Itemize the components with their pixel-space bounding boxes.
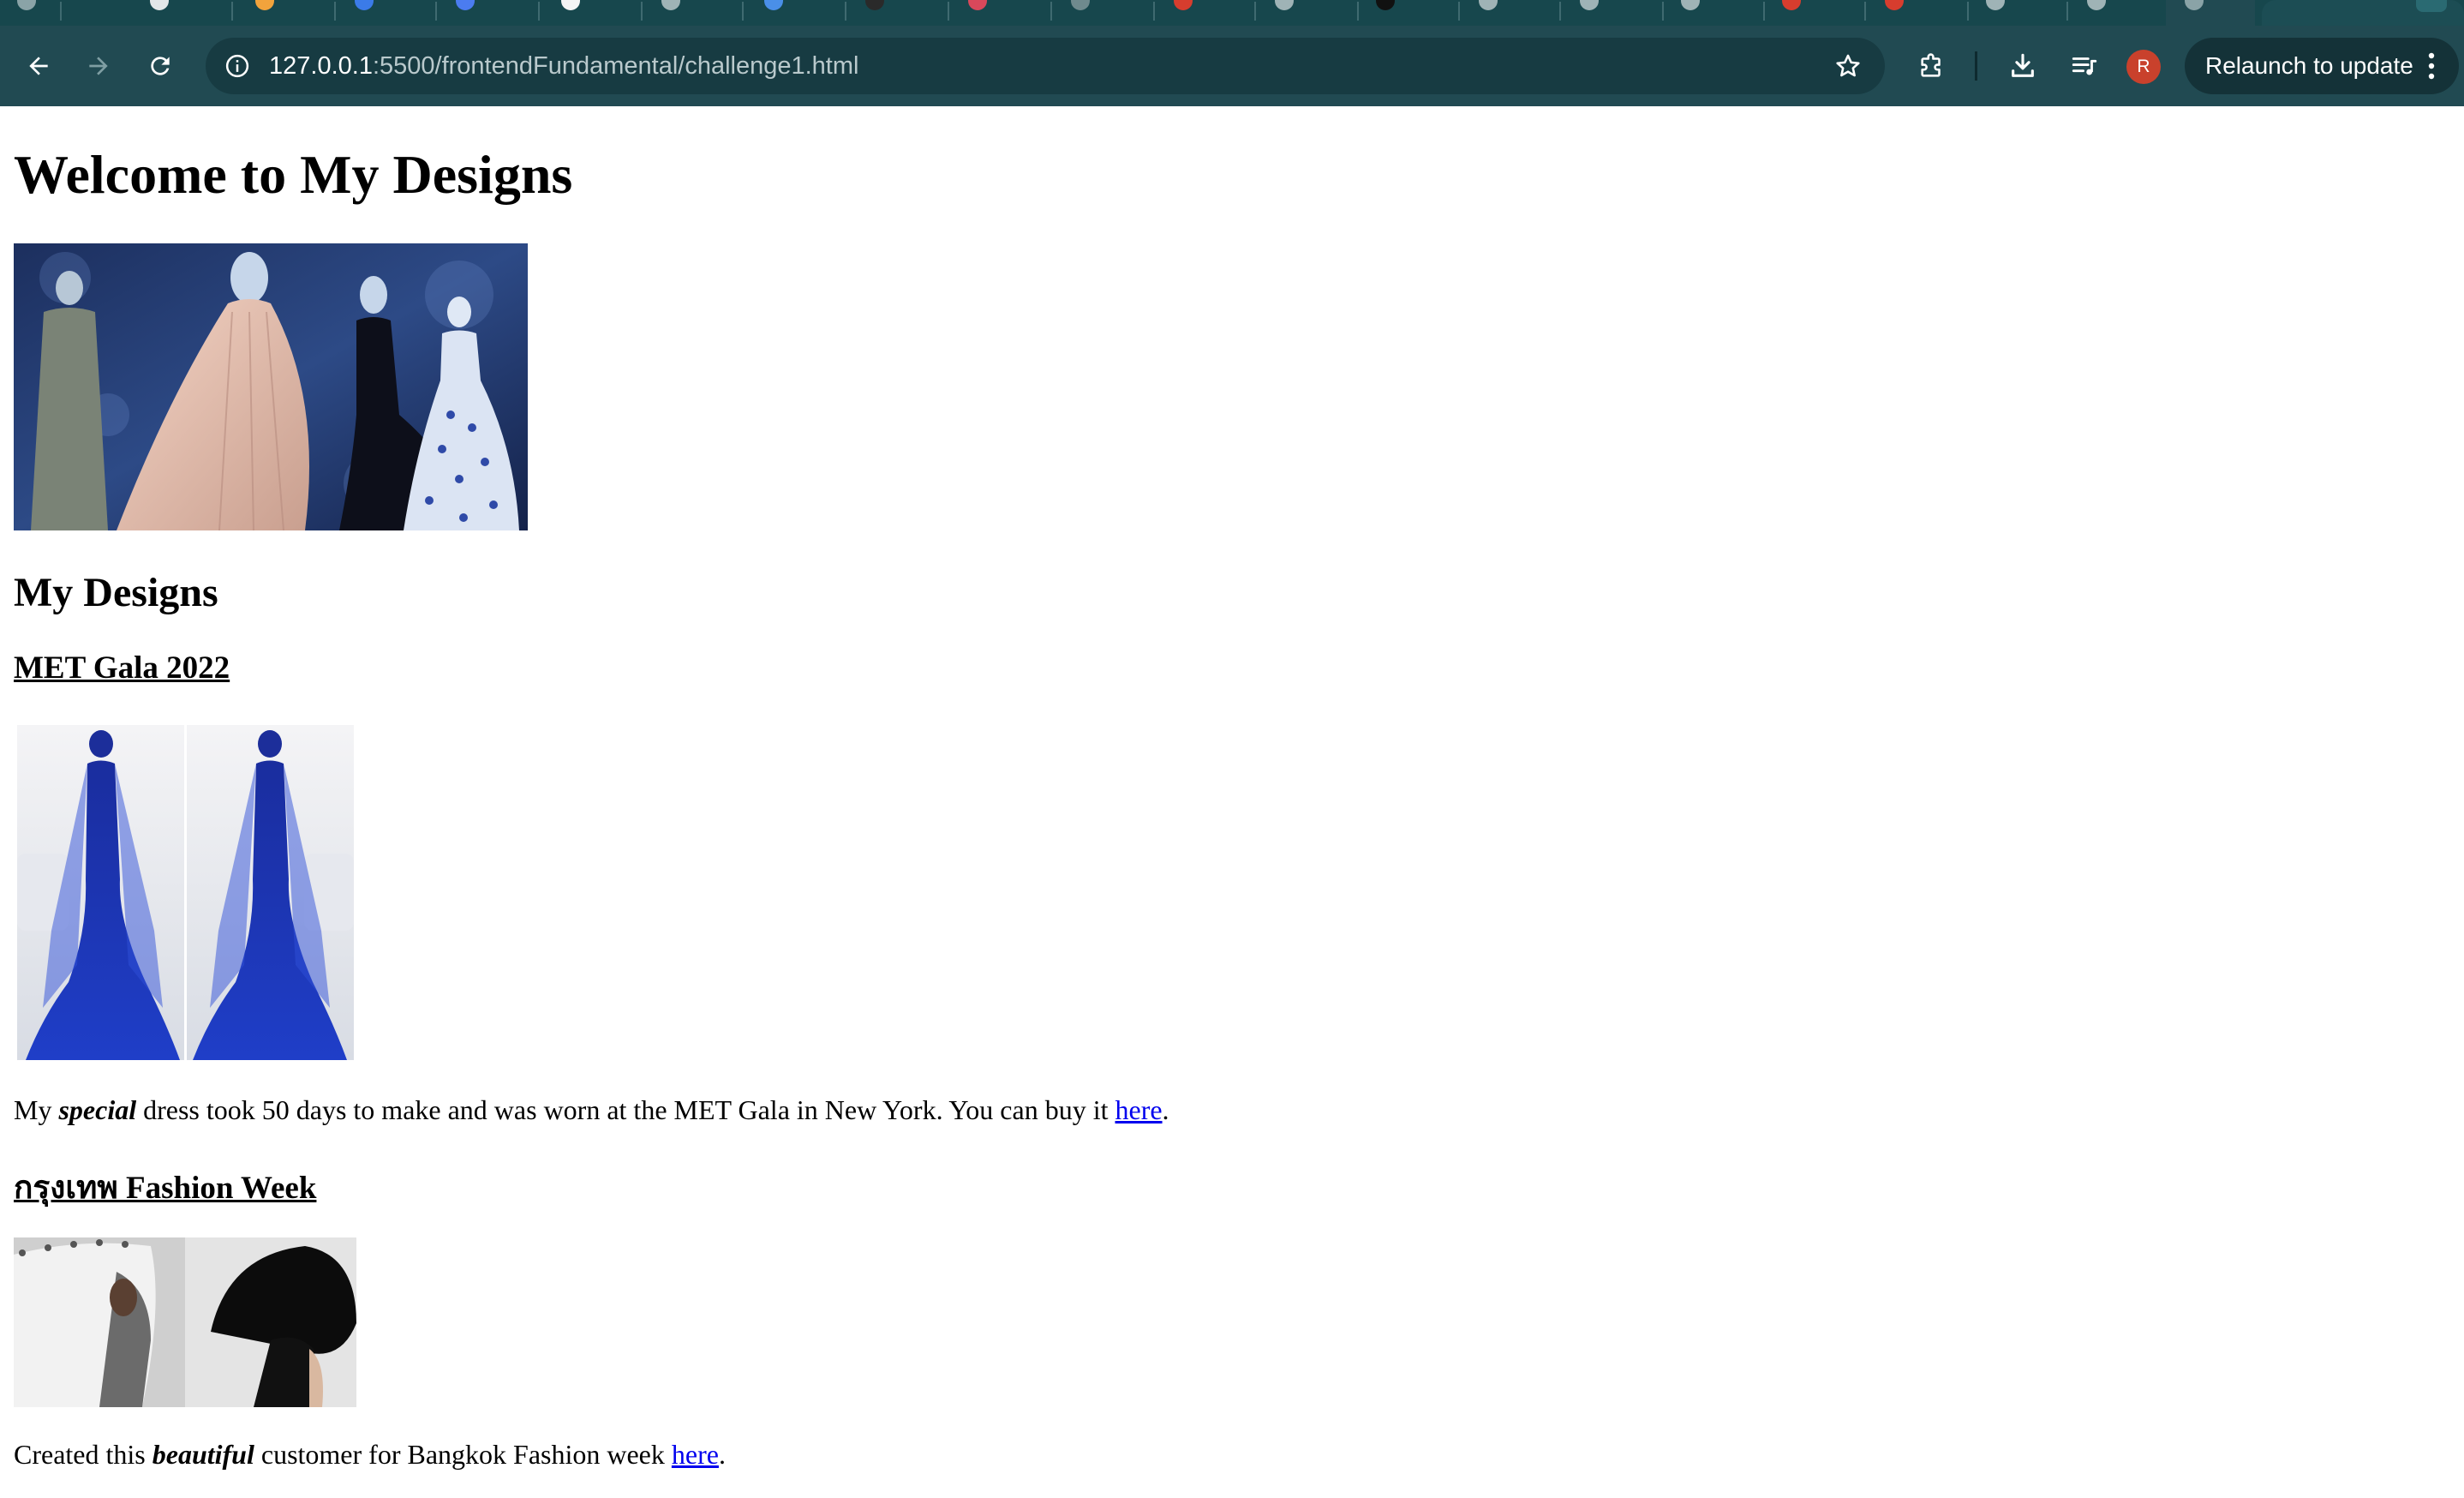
tab-favicon [255, 0, 274, 10]
section-title: My Designs [14, 570, 218, 615]
bangkok-fashion-image [14, 1237, 356, 1407]
tab-favicon [17, 0, 36, 10]
tab-favicon [1479, 0, 1498, 10]
tab-divider [1763, 2, 1765, 21]
buy-here-link[interactable]: here [1115, 1094, 1162, 1125]
hero-image [14, 243, 528, 530]
text: Created this [14, 1439, 153, 1470]
tab-favicon [1986, 0, 2005, 10]
tab-favicon [865, 0, 884, 10]
reload-icon [151, 57, 170, 75]
extensions-button[interactable] [1911, 45, 1953, 87]
toolbar-divider [1975, 51, 1977, 81]
back-button[interactable] [17, 45, 60, 87]
url-text[interactable]: 127.0.0.1:5500/frontendFundamental/chall… [269, 38, 858, 94]
tab-divider [1050, 2, 1052, 21]
forward-button[interactable] [77, 45, 120, 87]
emphasis-beautiful: beautiful [152, 1439, 254, 1470]
tab-favicon [1376, 0, 1395, 10]
tab-favicon [968, 0, 987, 10]
tab-favicon [456, 0, 475, 10]
text: My [14, 1094, 59, 1125]
met-gala-description: My special dress took 50 days to make an… [14, 1094, 1169, 1126]
arrow-right-icon [89, 57, 108, 75]
tab-favicon [1071, 0, 1090, 10]
page-title: Welcome to My Designs [14, 144, 573, 205]
address-bar[interactable]: 127.0.0.1:5500/frontendFundamental/chall… [206, 38, 1885, 94]
tab-divider [435, 2, 437, 21]
design-title-met-gala: MET Gala 2022 [14, 650, 230, 686]
info-icon [225, 54, 249, 78]
profile-avatar[interactable]: R [2126, 50, 2161, 84]
bangkok-here-link[interactable]: here [672, 1439, 719, 1470]
active-tab[interactable] [2166, 0, 2255, 26]
tab-favicon [561, 0, 580, 10]
puzzle-icon [1921, 53, 1941, 77]
tab-divider [948, 2, 949, 21]
page-content: Welcome to My Designs My Designs MET Gal… [0, 106, 2464, 1498]
playlist-icon [2072, 57, 2097, 75]
tab-favicon [1275, 0, 1294, 10]
design-title-bangkok: กรุงเทพ Fashion Week [14, 1171, 317, 1206]
url-path: :5500/frontendFundamental/challenge1.htm… [372, 52, 859, 80]
tab-divider [231, 2, 233, 21]
text: dress took 50 days to make and was worn … [136, 1094, 1115, 1125]
tab-divider [538, 2, 540, 21]
relaunch-label: Relaunch to update [2205, 52, 2413, 79]
star-icon [1836, 54, 1860, 77]
arrow-left-icon [29, 57, 48, 75]
tab-search-button[interactable] [2416, 0, 2447, 12]
emphasis-special: special [58, 1094, 137, 1125]
hero-image-graphic [14, 243, 528, 530]
tab-favicon [2087, 0, 2106, 10]
tab-favicon [355, 0, 374, 10]
tab-divider [1254, 2, 1256, 21]
tab-divider [1559, 2, 1561, 21]
tab-favicon [1782, 0, 1801, 10]
tab-divider [334, 2, 336, 21]
more-vertical-icon[interactable] [2428, 52, 2435, 80]
tab-divider [1864, 2, 1866, 21]
relaunch-button[interactable]: Relaunch to update [2185, 38, 2459, 94]
tab-divider [1357, 2, 1359, 21]
tab-favicon [1681, 0, 1700, 10]
tab-divider [1967, 2, 1969, 21]
bangkok-description: Created this beautiful customer for Bang… [14, 1439, 726, 1471]
tab-divider [641, 2, 643, 21]
reload-button[interactable] [139, 45, 182, 87]
text: . [718, 1439, 726, 1470]
tab-favicon [764, 0, 783, 10]
met-gala-dress-graphic [17, 725, 354, 1060]
tab-divider [60, 2, 62, 21]
tab-favicon [150, 0, 169, 10]
download-icon [2012, 53, 2034, 77]
url-host: 127.0.0.1 [269, 52, 373, 80]
tab-favicon [1174, 0, 1193, 10]
tab-strip [0, 0, 2464, 26]
site-info-button[interactable] [218, 46, 257, 86]
bookmark-button[interactable] [1828, 46, 1868, 86]
tab-divider [1458, 2, 1460, 21]
text: . [1162, 1094, 1169, 1125]
tab-divider [845, 2, 846, 21]
tab-favicon [661, 0, 680, 10]
tab-divider [742, 2, 744, 21]
tab-divider [1662, 2, 1664, 21]
tab-favicon [1885, 0, 1904, 10]
bangkok-fashion-graphic [14, 1237, 356, 1407]
media-controls-button[interactable] [2063, 45, 2106, 87]
inactive-tabs[interactable] [0, 0, 2159, 26]
met-gala-dress-image [17, 725, 354, 1060]
browser-toolbar: 127.0.0.1:5500/frontendFundamental/chall… [0, 26, 2464, 106]
text: customer for Bangkok Fashion week [254, 1439, 672, 1470]
tab-favicon [2185, 0, 2204, 10]
tab-favicon [1580, 0, 1599, 10]
tab-divider [2066, 2, 2068, 21]
tab-divider [1153, 2, 1155, 21]
downloads-button[interactable] [2001, 45, 2044, 87]
tab-strip-end [2262, 0, 2464, 26]
